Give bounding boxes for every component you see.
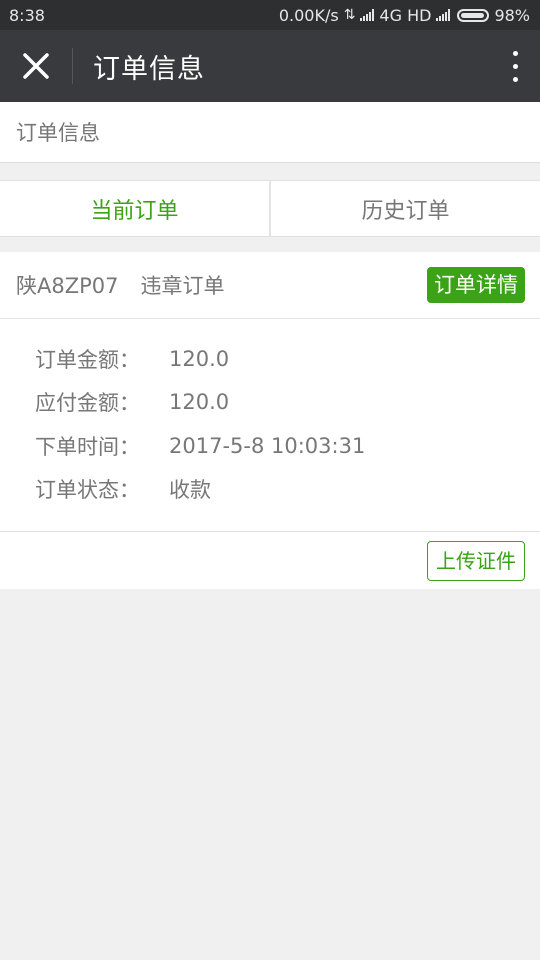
field-label: 订单状态： bbox=[35, 478, 140, 503]
page-header: 订单信息 bbox=[0, 102, 540, 163]
battery-level: 98% bbox=[494, 5, 530, 25]
more-button[interactable] bbox=[490, 30, 540, 102]
field-label: 下单时间： bbox=[35, 434, 140, 459]
more-vertical-icon bbox=[512, 50, 518, 56]
nav-bar: 订单信息 bbox=[0, 30, 540, 102]
order-card: 陕A8ZP07 违章订单 订单详情 订单金额： 120.0 应付金额： 120.… bbox=[0, 252, 540, 589]
signal-icon bbox=[360, 9, 375, 21]
field-order-time: 下单时间： 2017-5-8 10:03:31 bbox=[35, 424, 540, 468]
field-label: 订单金额： bbox=[35, 347, 140, 372]
tab-current-orders[interactable]: 当前订单 bbox=[0, 181, 269, 236]
order-tabs: 当前订单 历史订单 bbox=[0, 180, 540, 237]
order-type: 违章订单 bbox=[140, 274, 225, 298]
status-time: 8:38 bbox=[9, 5, 45, 25]
more-dot bbox=[512, 76, 518, 82]
nav-divider bbox=[72, 48, 73, 84]
battery-icon bbox=[457, 8, 490, 22]
status-indicators: 0.00K/s ⇅ 4G HD 98% bbox=[279, 6, 530, 25]
tab-history-orders[interactable]: 历史订单 bbox=[271, 181, 540, 236]
order-card-footer: 上传证件 bbox=[0, 532, 540, 589]
field-order-status: 订单状态： 收款 bbox=[35, 468, 540, 512]
upload-documents-button[interactable]: 上传证件 bbox=[427, 540, 525, 581]
field-value: 收款 bbox=[169, 478, 211, 503]
order-detail-button[interactable]: 订单详情 bbox=[427, 267, 525, 303]
order-fields: 订单金额： 120.0 应付金额： 120.0 下单时间： 2017-5-8 1… bbox=[0, 319, 540, 532]
close-button[interactable] bbox=[0, 30, 72, 102]
data-transfer-icon: ⇅ bbox=[343, 7, 356, 23]
field-value: 120.0 bbox=[169, 390, 230, 415]
field-order-amount: 订单金额： 120.0 bbox=[35, 337, 540, 381]
network-speed: 0.00K/s bbox=[278, 5, 339, 25]
network-type: 4G HD bbox=[379, 5, 432, 25]
close-icon bbox=[23, 53, 49, 79]
signal-icon-secondary bbox=[436, 9, 451, 21]
field-label: 应付金额： bbox=[35, 391, 140, 416]
more-dot bbox=[512, 63, 518, 69]
nav-title: 订单信息 bbox=[93, 53, 205, 85]
field-value: 2017-5-8 10:03:31 bbox=[169, 433, 366, 458]
field-value: 120.0 bbox=[169, 346, 230, 371]
license-plate: 陕A8ZP07 bbox=[16, 274, 119, 298]
field-payable-amount: 应付金额： 120.0 bbox=[35, 381, 540, 425]
status-bar: 8:38 0.00K/s ⇅ 4G HD 98% bbox=[0, 0, 540, 30]
order-card-header: 陕A8ZP07 违章订单 订单详情 bbox=[0, 252, 540, 319]
